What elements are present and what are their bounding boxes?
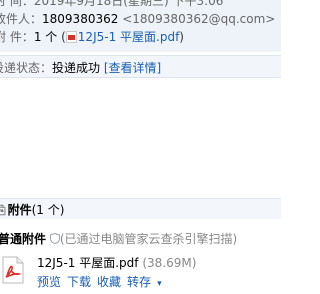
attachment-label: 附 件： — [0, 30, 34, 44]
pdf-icon — [65, 31, 77, 43]
recipient-row: 收件人：1809380362 <1809380362@qq.com> — [0, 11, 275, 27]
favorite-link[interactable]: 收藏 — [97, 275, 121, 289]
download-link[interactable]: 下载 — [67, 275, 91, 289]
delivery-status-label: 投递状态： — [0, 61, 53, 75]
attachments-header[interactable]: ⎘ 附件(1 个) — [0, 198, 281, 219]
attachment-file-name: 12J5-1 平屋面.pdf (38.69M) — [37, 254, 196, 271]
preview-link[interactable]: 预览 — [37, 275, 61, 289]
scan-note: (已通过电脑管家云查杀引擎扫描) — [59, 232, 238, 246]
forward-save-label: 转存 — [127, 275, 152, 289]
normal-attachments-row: 普通附件 (已通过电脑管家云查杀引擎扫描) — [0, 230, 237, 247]
recipient-name[interactable]: 1809380362 — [42, 12, 118, 26]
time-row: 时 间：2019年9月18日(星期三) 下午3:06 — [0, 0, 223, 9]
recipient-label: 收件人： — [0, 12, 43, 26]
pdf-file-icon[interactable] — [2, 256, 24, 284]
chevron-down-icon: ▾ — [157, 279, 162, 289]
delivery-status-value: 投递成功 — [52, 61, 101, 75]
normal-attachments-title: 普通附件 — [0, 232, 47, 246]
attachment-actions: 预览 下载 收藏 转存 ▾ — [37, 273, 174, 290]
attachments-count: (1 个) — [31, 203, 65, 217]
attachment-close-paren: ) — [179, 30, 184, 44]
view-details-link[interactable]: [查看详情] — [104, 61, 161, 75]
attachments-title: 附件 — [7, 203, 32, 217]
time-label: 时 间： — [0, 0, 34, 8]
attachment-row: 附 件：1 个 (12J5-1 平屋面.pdf) — [0, 29, 184, 45]
forward-save-link[interactable]: 转存 ▾ — [127, 275, 168, 289]
attachment-file-link[interactable]: 12J5-1 平屋面.pdf — [78, 30, 180, 44]
delivery-status-bar: 投递状态：投递成功 [查看详情] — [0, 55, 281, 78]
paperclip-icon: ⎘ — [0, 203, 6, 217]
time-value: 2019年9月18日(星期三) 下午3:06 — [33, 0, 224, 8]
attachment-size: (38.69M) — [142, 256, 197, 270]
mail-header: 时 间：2019年9月18日(星期三) 下午3:06 收件人：180938036… — [0, 0, 281, 52]
attachment-name[interactable]: 12J5-1 平屋面.pdf — [37, 256, 139, 270]
attachment-count: 1 个 — [33, 30, 58, 44]
recipient-email: <1809380362@qq.com> — [122, 12, 276, 26]
shield-icon — [49, 233, 60, 244]
